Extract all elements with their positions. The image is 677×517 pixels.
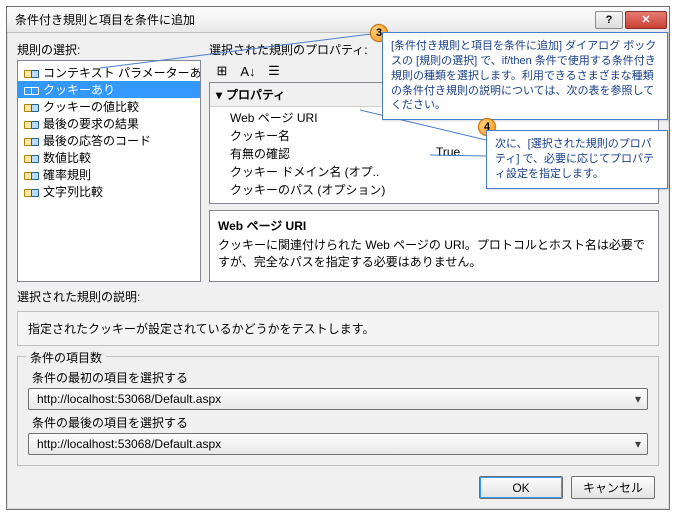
property-description-title: Web ページ URI — [218, 217, 650, 234]
chevron-down-icon: ▾ — [629, 392, 647, 406]
rule-list-item[interactable]: コンテキスト パラメーターあり — [18, 64, 200, 81]
dialog-buttons: OK キャンセル — [17, 472, 659, 499]
rule-list-item[interactable]: 数値比較 — [18, 149, 200, 166]
rule-list-item-label: 数値比較 — [43, 149, 91, 166]
rule-list-item-label: クッキーの値比較 — [43, 98, 139, 115]
titlebar: 条件付き規則と項目を条件に追加 ? ✕ — [7, 7, 669, 33]
rule-icon — [24, 84, 38, 96]
rule-list[interactable]: コンテキスト パラメーターありクッキーありクッキーの値比較最後の要求の結果最後の… — [17, 60, 201, 282]
property-name: クッキーのパス (オプション) — [210, 179, 430, 197]
condition-items-group: 条件の項目数 条件の最初の項目を選択する http://localhost:53… — [17, 356, 659, 466]
rule-icon — [24, 169, 38, 181]
property-description: Web ページ URI クッキーに関連付けられた Web ページの URI。プロ… — [209, 210, 659, 282]
chevron-down-icon: ▾ — [629, 437, 647, 451]
last-item-value: http://localhost:53068/Default.aspx — [29, 437, 629, 451]
rule-icon — [24, 101, 38, 113]
rule-list-item[interactable]: 最後の応答のコード — [18, 132, 200, 149]
callout-4: 次に、[選択された規則のプロパティ] で、必要に応じてプロパティ設定を指定します… — [486, 130, 668, 189]
callout-3: [条件付き規則と項目を条件に追加] ダイアログ ボックスの [規則の選択] で、… — [382, 32, 668, 120]
alphabetical-icon[interactable]: A↓ — [237, 61, 259, 81]
collapse-icon: ▾ — [216, 88, 222, 102]
rule-list-item[interactable]: 確率規則 — [18, 166, 200, 183]
rule-icon — [24, 135, 38, 147]
rule-list-item[interactable]: 文字列比較 — [18, 183, 200, 200]
ok-button[interactable]: OK — [479, 476, 563, 499]
first-item-value: http://localhost:53068/Default.aspx — [29, 392, 629, 406]
help-button[interactable]: ? — [595, 11, 623, 29]
dialog-title: 条件付き規則と項目を条件に追加 — [15, 11, 593, 28]
first-item-combo[interactable]: http://localhost:53068/Default.aspx ▾ — [28, 388, 648, 410]
rule-list-item-label: クッキーあり — [43, 81, 115, 98]
close-button[interactable]: ✕ — [625, 11, 667, 29]
rule-list-item[interactable]: 最後の要求の結果 — [18, 115, 200, 132]
property-pages-icon[interactable]: ☰ — [263, 61, 285, 81]
categorized-icon[interactable]: ⊞ — [211, 61, 233, 81]
rule-icon — [24, 186, 38, 198]
rule-list-item-label: 最後の要求の結果 — [43, 115, 139, 132]
last-item-combo[interactable]: http://localhost:53068/Default.aspx ▾ — [28, 433, 648, 455]
property-description-body: クッキーに関連付けられた Web ページの URI。プロトコルとホスト名は必要で… — [218, 236, 650, 270]
rule-list-item-label: 確率規則 — [43, 166, 91, 183]
rule-icon — [24, 152, 38, 164]
last-item-label: 条件の最後の項目を選択する — [32, 414, 648, 431]
rule-list-label: 規則の選択: — [17, 41, 201, 58]
property-name: クッキー名 — [210, 125, 430, 143]
selected-rule-desc-label: 選択された規則の説明: — [17, 288, 659, 305]
property-name: 有無の確認 — [210, 143, 430, 161]
rule-list-item-label: 文字列比較 — [43, 183, 103, 200]
cancel-button[interactable]: キャンセル — [571, 476, 655, 499]
property-category-label: プロパティ — [226, 86, 285, 103]
selected-rule-desc: 指定されたクッキーが設定されているかどうかをテストします。 — [17, 311, 659, 346]
rule-list-item-label: コンテキスト パラメーターあり — [43, 64, 201, 81]
rule-icon — [24, 118, 38, 130]
rule-list-item-label: 最後の応答のコード — [43, 132, 151, 149]
rule-list-item[interactable]: クッキーの値比較 — [18, 98, 200, 115]
rule-icon — [24, 67, 38, 79]
first-item-label: 条件の最初の項目を選択する — [32, 369, 648, 386]
property-name: クッキー ドメイン名 (オプ.. — [210, 161, 430, 179]
condition-items-legend: 条件の項目数 — [26, 349, 106, 366]
rule-list-item[interactable]: クッキーあり — [18, 81, 200, 98]
